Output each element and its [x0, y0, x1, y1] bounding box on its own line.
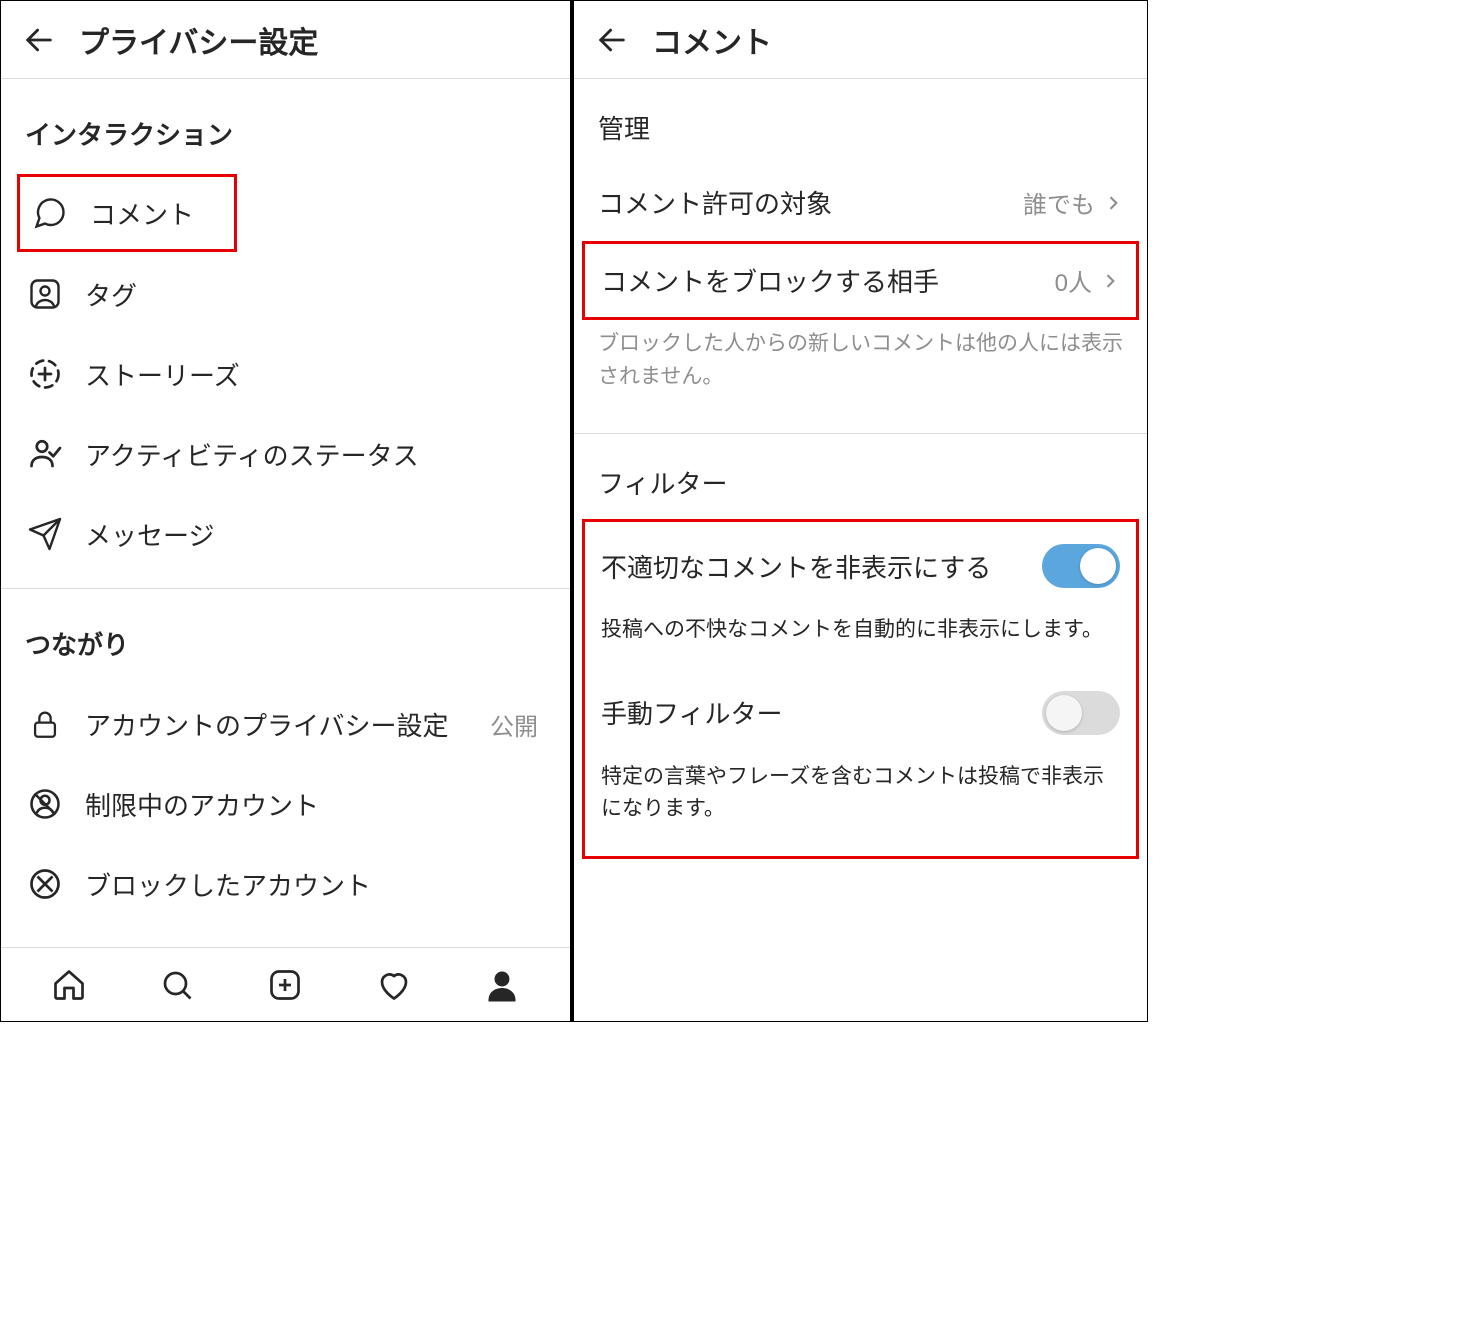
nav-home[interactable] [47, 963, 91, 1007]
back-button[interactable] [17, 18, 61, 62]
comment-body: 管理 コメント許可の対象 誰でも コメントをブロックする相手 0人 ブロック [574, 79, 1147, 1021]
section-header-interactions: インタラクション [1, 79, 570, 174]
hide-offensive-desc: 投稿への不快なコメントを自動的に非表示にします。 [585, 606, 1136, 673]
chevron-right-icon [1103, 193, 1123, 213]
restricted-icon [25, 784, 65, 824]
bottom-nav [1, 947, 570, 1021]
section-header-manage: 管理 [574, 79, 1147, 164]
row-stories-label: ストーリーズ [85, 356, 546, 393]
home-icon [51, 967, 87, 1003]
row-account-privacy-label: アカウントのプライバシー設定 [85, 706, 490, 743]
back-button[interactable] [590, 18, 634, 62]
privacy-settings-pane: プライバシー設定 インタラクション コメント タグ [1, 1, 574, 1021]
search-icon [159, 967, 195, 1003]
nav-profile[interactable] [480, 963, 524, 1007]
row-tag-label: タグ [85, 276, 546, 313]
allow-comments-value: 誰でも [1023, 185, 1095, 220]
arrow-left-icon [595, 23, 629, 57]
activity-status-icon [25, 434, 65, 474]
row-restricted-label: 制限中のアカウント [85, 786, 546, 823]
add-post-icon [267, 967, 303, 1003]
hide-offensive-label: 不適切なコメントを非表示にする [601, 548, 1042, 585]
row-account-privacy-value: 公開 [490, 707, 538, 742]
bell-off-icon [25, 944, 65, 947]
comment-icon [30, 193, 70, 233]
hide-offensive-toggle[interactable] [1042, 544, 1120, 588]
nav-search[interactable] [155, 963, 199, 1007]
manual-filter-label: 手動フィルター [601, 694, 1042, 731]
comment-settings-pane: コメント 管理 コメント許可の対象 誰でも コメントをブロックする相手 0人 [574, 1, 1147, 1021]
section-header-connections: つながり [1, 589, 570, 684]
row-restricted[interactable]: 制限中のアカウント [1, 764, 570, 844]
paper-plane-icon [25, 514, 65, 554]
section-header-filter: フィルター [574, 434, 1147, 519]
row-message-label: メッセージ [85, 516, 546, 553]
page-title: プライバシー設定 [79, 18, 318, 62]
row-comment[interactable]: コメント [17, 174, 237, 252]
manual-filter-desc: 特定の言葉やフレーズを含むコメントは投稿で非表示になります。 [585, 753, 1136, 852]
privacy-body: インタラクション コメント タグ ス [1, 79, 570, 947]
row-tag[interactable]: タグ [1, 254, 570, 334]
header-left: プライバシー設定 [1, 1, 570, 79]
block-comments-desc: ブロックした人からの新しいコメントは他の人には表示されません。 [574, 320, 1147, 419]
arrow-left-icon [22, 23, 56, 57]
row-blocked[interactable]: ブロックしたアカウント [1, 844, 570, 924]
row-message[interactable]: メッセージ [1, 494, 570, 574]
page-title: コメント [652, 18, 772, 62]
chevron-right-icon [1100, 271, 1120, 291]
manual-filter-toggle[interactable] [1042, 691, 1120, 735]
row-muted[interactable]: ミュート済みのアカウント [1, 924, 570, 947]
block-comments-label: コメントをブロックする相手 [601, 262, 1055, 299]
allow-comments-label: コメント許可の対象 [598, 184, 1023, 221]
tag-icon [25, 274, 65, 314]
row-allow-comments-from[interactable]: コメント許可の対象 誰でも [574, 164, 1147, 241]
row-activity-status[interactable]: アクティビティのステータス [1, 414, 570, 494]
row-account-privacy[interactable]: アカウントのプライバシー設定 公開 [1, 684, 570, 764]
profile-icon [484, 967, 520, 1003]
row-activity-label: アクティビティのステータス [85, 436, 546, 473]
stories-icon [25, 354, 65, 394]
row-block-comments-from[interactable]: コメントをブロックする相手 0人 [585, 244, 1136, 317]
row-blocked-label: ブロックしたアカウント [85, 866, 546, 903]
row-stories[interactable]: ストーリーズ [1, 334, 570, 414]
block-comments-value: 0人 [1055, 263, 1092, 298]
nav-activity[interactable] [372, 963, 416, 1007]
heart-icon [376, 967, 412, 1003]
header-right: コメント [574, 1, 1147, 79]
lock-icon [25, 704, 65, 744]
row-hide-offensive[interactable]: 不適切なコメントを非表示にする [585, 526, 1136, 606]
highlight-block-comments: コメントをブロックする相手 0人 [582, 241, 1139, 320]
row-comment-label: コメント [90, 195, 224, 232]
row-manual-filter[interactable]: 手動フィルター [585, 673, 1136, 753]
blocked-icon [25, 864, 65, 904]
highlight-filters: 不適切なコメントを非表示にする 投稿への不快なコメントを自動的に非表示にします。… [582, 519, 1139, 859]
row-muted-label: ミュート済みのアカウント [85, 946, 546, 948]
nav-add[interactable] [263, 963, 307, 1007]
